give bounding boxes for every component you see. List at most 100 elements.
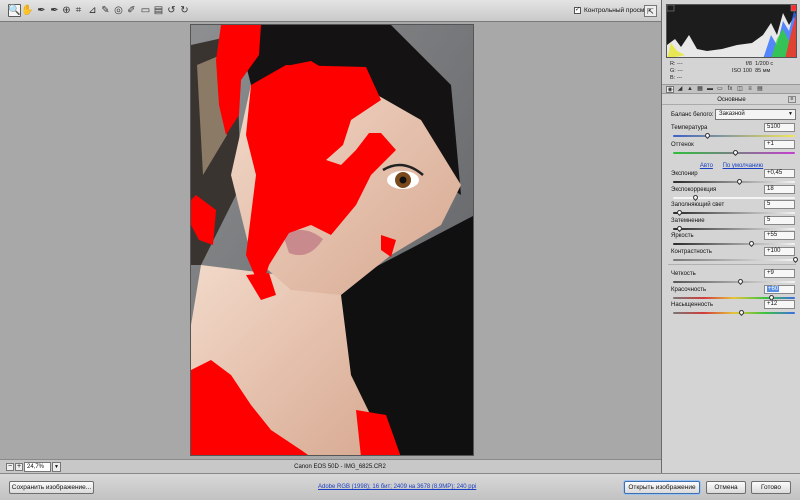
slider-value-field[interactable]: 5 [764, 215, 795, 225]
tab-hsl-icon[interactable]: ▦ [696, 86, 704, 93]
tab-effects-icon[interactable]: fx [726, 86, 734, 93]
section-menu-icon[interactable]: ≡ [788, 96, 796, 103]
open-image-button[interactable]: Открыть изображение [624, 481, 700, 494]
hand-tool-icon[interactable]: ✋ [21, 4, 34, 17]
shutter: 1/200 с [755, 61, 774, 67]
workflow-options-link[interactable]: Adobe RGB (1998); 16 бит; 2409 на 3678 (… [318, 484, 476, 490]
zoom-in-button[interactable]: + [15, 463, 23, 471]
zoom-tool-icon[interactable]: 🔍 [8, 4, 21, 17]
slider-thumb[interactable] [791, 255, 800, 264]
slider-thumb[interactable] [704, 131, 712, 140]
slider-value-field[interactable]: +55 [764, 231, 795, 241]
red-eye-tool-icon[interactable]: ◎ [112, 4, 125, 17]
tab-basic-icon[interactable]: ◉ [666, 85, 674, 93]
slider-value-field[interactable]: 18 [764, 184, 795, 194]
tab-tone-curve-icon[interactable]: ◢ [676, 86, 684, 93]
slider-track[interactable] [673, 181, 795, 183]
r-label: R: [670, 61, 676, 67]
slider-track[interactable] [673, 212, 795, 215]
straighten-tool-icon[interactable]: ⊿ [86, 4, 99, 17]
slider-thumb[interactable] [732, 148, 740, 157]
b-label: B: [670, 75, 676, 81]
spot-removal-tool-icon[interactable]: ✎ [99, 4, 112, 17]
slider-value: +55 [767, 232, 778, 239]
slider-value: 18 [767, 185, 774, 192]
preview-checkbox-box[interactable]: ✓ [574, 7, 581, 14]
slider-thumb[interactable] [691, 193, 699, 201]
zoom-dropdown-chevron-icon[interactable]: ▼ [52, 462, 61, 472]
slider-temperature: Температура 5100 [671, 123, 796, 140]
graduated-filter-icon[interactable]: ▭ [139, 4, 152, 17]
chevron-down-icon: ▼ [788, 111, 793, 117]
image-canvas[interactable] [0, 22, 661, 458]
slider-value: +1 [767, 141, 774, 147]
slider-track[interactable] [673, 135, 795, 137]
g-value: --- [677, 68, 683, 74]
slider-value-field[interactable]: +12 [764, 300, 795, 309]
slider-label: Четкость [671, 271, 696, 277]
slider-label: Яркость [671, 233, 694, 240]
white-balance-tool-icon[interactable]: ✒ [35, 4, 48, 17]
slider-value-field[interactable]: 5 [764, 200, 795, 210]
rotate-cw-icon[interactable]: ↻ [178, 4, 191, 17]
slider-value-field[interactable]: +100 [764, 247, 795, 256]
slider-value-field[interactable]: +9 [764, 269, 795, 278]
rotate-ccw-icon[interactable]: ↺ [165, 4, 178, 17]
slider-label: Контрастность [671, 249, 712, 255]
slider-thumb[interactable] [676, 224, 684, 232]
slider-value: +0,45 [767, 170, 783, 176]
slider-value-field[interactable]: +0,45 [764, 169, 795, 178]
slider-value-field[interactable]: +1 [764, 140, 795, 149]
file-name: Canon EOS 50D - IMG_6825.CR2 [294, 464, 386, 470]
crop-tool-icon[interactable]: ⌗ [72, 4, 85, 17]
aperture: f/8 [745, 61, 752, 67]
slider-track[interactable] [673, 227, 795, 230]
section-title: Основные [662, 95, 800, 105]
divider [668, 264, 796, 265]
default-link[interactable]: По умолчанию [723, 163, 764, 169]
slider-value: +100 [767, 248, 781, 254]
slider-track[interactable] [673, 296, 795, 299]
tab-snapshots-icon[interactable]: ▤ [756, 86, 764, 93]
tab-camera-calibration-icon[interactable]: ◫ [736, 86, 744, 93]
tab-split-toning-icon[interactable]: ▬ [706, 86, 714, 93]
slider-value: 5 [767, 201, 771, 208]
tab-presets-icon[interactable]: ≡ [746, 86, 754, 93]
cancel-button[interactable]: Отмена [706, 481, 746, 494]
auto-link[interactable]: Авто [700, 163, 713, 169]
tab-detail-icon[interactable]: ▲ [686, 86, 694, 93]
zoom-level-field[interactable]: 24,7% [24, 462, 51, 472]
adjustment-brush-icon[interactable]: ✐ [125, 4, 138, 17]
slider-label: Красочность [671, 286, 707, 293]
slider-label: Затемнение [671, 217, 705, 224]
white-balance-select[interactable]: Заказной ▼ [715, 109, 796, 120]
slider-value: 5 [767, 216, 771, 223]
slider-thumb[interactable] [676, 209, 684, 217]
slider-label: Экспокоррекция [671, 186, 717, 193]
slider-track[interactable] [673, 196, 795, 199]
slider-value-field[interactable]: +60 [764, 284, 795, 294]
slider-thumb[interactable] [738, 308, 746, 317]
slider-track[interactable] [673, 243, 795, 246]
zoom-out-button[interactable]: − [6, 463, 14, 471]
footer-bar: Сохранить изображение... Adobe RGB (1998… [0, 473, 800, 500]
tab-lens-icon[interactable]: ▭ [716, 86, 724, 93]
done-button[interactable]: Готово [751, 481, 791, 494]
slider-tint: Оттенок +1 [671, 140, 796, 157]
slider-thumb[interactable] [735, 177, 743, 186]
slider-contrast: Контрастность +100 [671, 247, 800, 264]
preferences-icon[interactable]: ▤ [152, 4, 165, 17]
photo-preview [190, 24, 474, 456]
slider-label: Оттенок [671, 142, 694, 148]
slider-value: 5100 [767, 124, 781, 130]
slider-track[interactable] [673, 259, 795, 261]
slider-track[interactable] [673, 281, 795, 283]
fullscreen-toggle-icon[interactable]: ⇱ [644, 5, 657, 17]
save-image-button[interactable]: Сохранить изображение... [9, 481, 94, 494]
preview-checkbox[interactable]: ✓ Контрольный просмотр [574, 7, 654, 14]
slider-track[interactable] [673, 312, 795, 314]
panel-tabs: ◉ ◢ ▲ ▦ ▬ ▭ fx ◫ ≡ ▤ [662, 84, 800, 94]
slider-thumb[interactable] [748, 240, 756, 248]
slider-thumb[interactable] [737, 277, 745, 286]
slider-value-field[interactable]: 5100 [764, 123, 795, 132]
